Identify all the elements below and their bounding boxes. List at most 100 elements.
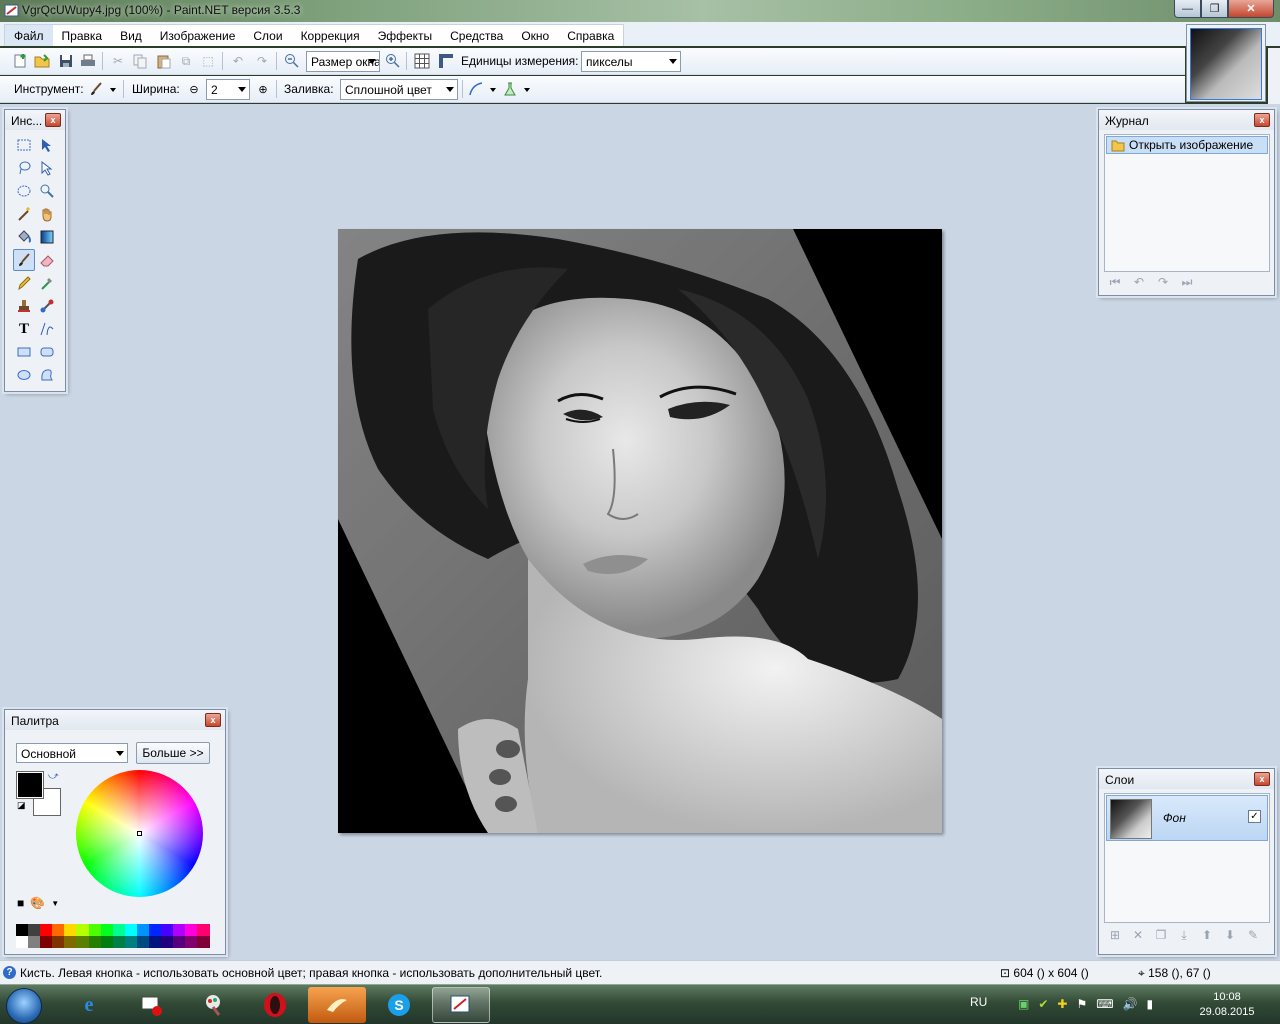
close-button[interactable]: ✕ [1228, 0, 1274, 18]
palette-swatch[interactable] [197, 924, 210, 936]
ellipse-select-icon[interactable] [13, 180, 35, 202]
color-wheel-cursor[interactable] [137, 831, 142, 836]
menu-utilities[interactable]: Средства [441, 25, 512, 46]
recolor-icon[interactable] [36, 295, 58, 317]
primary-color-swatch[interactable] [16, 771, 44, 799]
add-layer-icon[interactable]: ⊞ [1107, 927, 1123, 943]
paintbrush-icon[interactable] [13, 249, 35, 271]
rewind-icon[interactable]: ⏮ [1107, 274, 1123, 290]
blend-mode-dropdown-icon[interactable] [524, 88, 530, 92]
swap-colors-icon[interactable]: ⤻ [48, 771, 59, 782]
menu-image[interactable]: Изображение [151, 25, 245, 46]
palette-swatch[interactable] [112, 936, 125, 948]
image-canvas[interactable] [338, 229, 942, 833]
undo-history-icon[interactable]: ↶ [1131, 274, 1147, 290]
paint-brush-app-icon[interactable] [184, 987, 242, 1023]
palette-swatch[interactable] [88, 924, 101, 936]
cut-icon[interactable]: ✂ [110, 53, 126, 69]
palette-swatch[interactable] [124, 924, 137, 936]
zoom-out-icon[interactable] [284, 53, 300, 69]
layer-row[interactable]: Фон ✓ [1106, 795, 1268, 841]
palette-swatch[interactable] [173, 924, 186, 936]
open-file-icon[interactable] [34, 53, 50, 69]
palette-swatch[interactable] [28, 924, 41, 936]
palette-swatch[interactable] [64, 924, 77, 936]
rectangle-icon[interactable] [13, 341, 35, 363]
blend-mode-icon[interactable] [502, 81, 518, 97]
rectangle-select-icon[interactable] [13, 134, 35, 156]
palette-swatch[interactable] [64, 936, 77, 948]
language-indicator[interactable]: RU [970, 995, 987, 1009]
menu-file[interactable]: Файл [5, 25, 53, 46]
palette-mode-select[interactable]: Основной [16, 743, 128, 763]
palette-swatch[interactable] [124, 936, 137, 948]
palette-swatch[interactable] [100, 924, 113, 936]
reset-colors-icon[interactable]: ◪ [17, 800, 26, 811]
image-thumbnail[interactable] [1190, 28, 1262, 100]
zoom-icon[interactable] [36, 180, 58, 202]
utorrent-icon[interactable]: ▣ [1018, 997, 1029, 1011]
menu-edit[interactable]: Правка [53, 25, 112, 46]
duplicate-layer-icon[interactable]: ❐ [1153, 927, 1169, 943]
palette-swatch[interactable] [76, 924, 89, 936]
menu-adjustments[interactable]: Коррекция [292, 25, 369, 46]
delete-layer-icon[interactable]: ✕ [1130, 927, 1146, 943]
palette-swatch[interactable] [149, 936, 162, 948]
fast-forward-icon[interactable]: ⏭ [1179, 274, 1195, 290]
palette-swatch[interactable] [173, 936, 186, 948]
paint-bucket-icon[interactable] [13, 226, 35, 248]
palette-swatch[interactable] [185, 924, 198, 936]
palette-swatch[interactable] [28, 936, 41, 948]
internet-explorer-icon[interactable]: e [60, 987, 118, 1023]
antialiasing-dropdown-icon[interactable] [490, 88, 496, 92]
image-thumbnail-tab[interactable] [1186, 24, 1266, 102]
palette-swatch[interactable] [40, 924, 53, 936]
palette-swatch[interactable] [185, 936, 198, 948]
move-layer-down-icon[interactable]: ⬇ [1222, 927, 1238, 943]
zoom-in-icon[interactable] [385, 53, 401, 69]
pencil-icon[interactable] [13, 272, 35, 294]
fill-select[interactable]: Сплошной цвет [340, 79, 458, 100]
history-panel-header[interactable]: Журнал x [1099, 110, 1274, 130]
clock[interactable]: 10:08 29.08.2015 [1192, 990, 1262, 1020]
skype-icon[interactable]: S [370, 987, 428, 1023]
add-color-icon[interactable]: ■ [17, 896, 24, 910]
menu-view[interactable]: Вид [111, 25, 151, 46]
redo-icon[interactable]: ↷ [254, 53, 270, 69]
network-icon[interactable]: ⌨ [1096, 997, 1113, 1011]
volume-icon[interactable]: 🔊 [1123, 997, 1138, 1011]
layers-panel-close-button[interactable]: x [1254, 772, 1270, 786]
palette-panel-header[interactable]: Палитра x [5, 710, 225, 730]
paint-net-taskbar-icon[interactable] [432, 987, 490, 1023]
power-icon[interactable]: ▮ [1147, 997, 1154, 1011]
antialiasing-icon[interactable] [468, 81, 484, 97]
update-icon[interactable]: ✔ [1038, 997, 1048, 1011]
deselect-icon[interactable]: ⬚ [200, 53, 216, 69]
security-icon[interactable]: ✚ [1057, 997, 1067, 1011]
line-curve-icon[interactable] [36, 318, 58, 340]
opera-icon[interactable] [246, 987, 304, 1023]
tools-panel-header[interactable]: Инс... x [5, 110, 65, 130]
more-colors-button[interactable]: Больше >> [136, 742, 210, 764]
screen-recorder-icon[interactable] [122, 987, 180, 1023]
move-selection-icon[interactable] [36, 134, 58, 156]
ellipse-icon[interactable] [13, 364, 35, 386]
clone-stamp-icon[interactable] [13, 295, 35, 317]
move-selected-icon[interactable] [36, 157, 58, 179]
rounded-rectangle-icon[interactable] [36, 341, 58, 363]
palette-panel-close-button[interactable]: x [205, 713, 221, 727]
tabs-scroll[interactable] [1268, 48, 1280, 104]
palette-swatch[interactable] [136, 936, 150, 948]
palette-swatch[interactable] [16, 924, 29, 936]
palette-swatch[interactable] [136, 924, 150, 936]
gradient-icon[interactable] [36, 226, 58, 248]
menu-help[interactable]: Справка [558, 25, 623, 46]
text-icon[interactable]: T [13, 318, 35, 340]
palette-swatch[interactable] [161, 936, 174, 948]
palette-swatch[interactable] [88, 936, 101, 948]
menu-effects[interactable]: Эффекты [369, 25, 442, 46]
layer-visibility-checkbox[interactable]: ✓ [1248, 810, 1261, 823]
menu-layers[interactable]: Слои [244, 25, 291, 46]
palette-swatch[interactable] [40, 936, 53, 948]
width-increase-icon[interactable]: ⊕ [255, 81, 271, 97]
